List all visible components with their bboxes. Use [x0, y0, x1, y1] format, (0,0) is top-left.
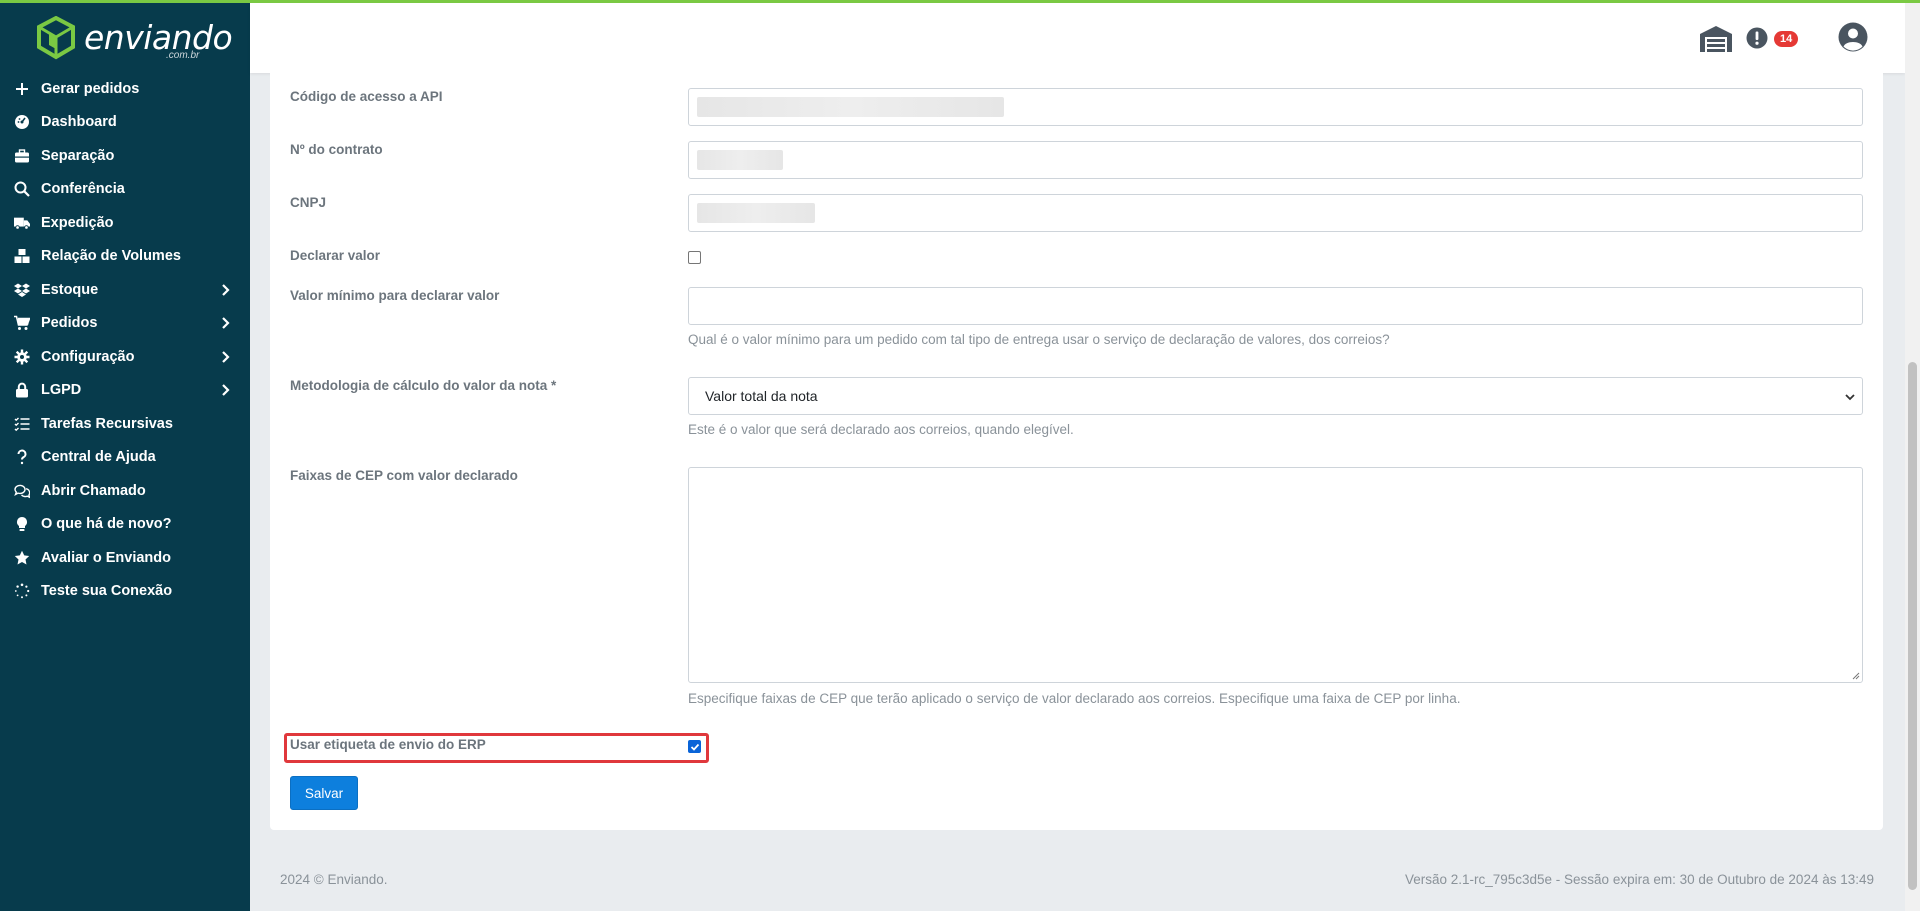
- save-button[interactable]: Salvar: [290, 776, 358, 810]
- sidebar-item-label: Estoque: [41, 281, 99, 298]
- sidebar-item-label: Avaliar o Enviando: [41, 549, 171, 566]
- question-icon: [12, 447, 32, 467]
- min-value-input[interactable]: [688, 287, 1863, 325]
- footer-copyright: 2024 © Enviando.: [280, 872, 388, 887]
- gear-icon: [12, 347, 32, 367]
- sidebar: enviando .com.br Gerar pedidos Dashboard…: [0, 0, 250, 911]
- cnpj-input[interactable]: [688, 194, 1863, 232]
- sidebar-item-conferencia[interactable]: Conferência: [0, 173, 250, 207]
- sidebar-item-label: Abrir Chamado: [41, 482, 146, 499]
- sidebar-item-novidades[interactable]: O que há de novo?: [0, 508, 250, 542]
- cnpj-label: CNPJ: [290, 195, 327, 210]
- search-icon: [12, 179, 32, 199]
- sidebar-item-avaliar[interactable]: Avaliar o Enviando: [0, 541, 250, 575]
- sidebar-item-label: LGPD: [41, 382, 82, 399]
- sidebar-item-teste-conexao[interactable]: Teste sua Conexão: [0, 575, 250, 609]
- contract-input[interactable]: [688, 141, 1863, 179]
- boxes-icon: [12, 246, 32, 266]
- sidebar-item-label: Pedidos: [41, 315, 98, 332]
- sidebar-item-separacao[interactable]: Separação: [0, 139, 250, 173]
- spinner-icon: [12, 581, 32, 601]
- cart-icon: [12, 313, 32, 333]
- sidebar-item-abrir-chamado[interactable]: Abrir Chamado: [0, 474, 250, 508]
- briefcase-icon: [12, 146, 32, 166]
- sidebar-item-label: Conferência: [41, 181, 125, 198]
- chat-icon: [12, 481, 32, 501]
- method-help: Este é o valor que será declarado aos co…: [688, 422, 1074, 437]
- min-value-help: Qual é o valor mínimo para um pedido com…: [688, 332, 1390, 347]
- redacted-value: [697, 97, 1004, 117]
- top-accent-bar: [0, 0, 1920, 3]
- cep-ranges-help: Especifique faixas de CEP que terão apli…: [688, 691, 1461, 706]
- sidebar-item-label: Relação de Volumes: [41, 248, 181, 265]
- method-selected-value: Valor total da nota: [705, 388, 818, 404]
- settings-form-card: Código de acesso a API Nº do contrato CN…: [270, 73, 1883, 830]
- sidebar-item-gerar-pedidos[interactable]: Gerar pedidos: [0, 72, 250, 106]
- api-code-input[interactable]: [688, 88, 1863, 126]
- dashboard-icon: [12, 112, 32, 132]
- sidebar-item-estoque[interactable]: Estoque: [0, 273, 250, 307]
- erp-label-label: Usar etiqueta de envio do ERP: [290, 737, 486, 752]
- plus-icon: [12, 79, 32, 99]
- sidebar-item-expedicao[interactable]: Expedição: [0, 206, 250, 240]
- chevron-down-icon: [1845, 394, 1855, 401]
- contract-label: Nº do contrato: [290, 142, 383, 157]
- redacted-value: [697, 203, 815, 223]
- lightbulb-icon: [12, 514, 32, 534]
- user-icon[interactable]: [1838, 22, 1868, 52]
- page-scrollbar[interactable]: [1905, 0, 1920, 911]
- sidebar-item-label: Expedição: [41, 214, 114, 231]
- brand-name: enviando: [84, 18, 233, 57]
- method-label: Metodologia de cálculo do valor da nota …: [290, 378, 557, 393]
- sidebar-item-label: Gerar pedidos: [41, 80, 140, 97]
- chevron-right-icon: [220, 384, 232, 397]
- cube-logo-icon: [37, 16, 75, 60]
- sidebar-item-label: Teste sua Conexão: [41, 583, 173, 600]
- chevron-right-icon: [220, 317, 232, 330]
- sidebar-item-label: Configuração: [41, 348, 135, 365]
- sidebar-item-label: Tarefas Recursivas: [41, 415, 173, 432]
- top-header: [250, 3, 1905, 73]
- dropbox-icon: [12, 280, 32, 300]
- cep-ranges-label: Faixas de CEP com valor declarado: [290, 468, 518, 483]
- sidebar-item-lgpd[interactable]: LGPD: [0, 374, 250, 408]
- footer-version: Versão 2.1-rc_795c3d5e - Sessão expira e…: [1404, 872, 1874, 887]
- method-select[interactable]: Valor total da nota: [688, 377, 1863, 415]
- declare-value-label: Declarar valor: [290, 248, 381, 263]
- lock-icon: [12, 380, 32, 400]
- sidebar-item-label: Central de Ajuda: [41, 449, 156, 466]
- chevron-right-icon: [220, 350, 232, 363]
- scrollbar-thumb[interactable]: [1908, 362, 1917, 890]
- sidebar-item-configuracao[interactable]: Configuração: [0, 340, 250, 374]
- redacted-value: [697, 150, 783, 170]
- checkmark-icon: [690, 743, 700, 751]
- api-code-label: Código de acesso a API: [290, 89, 443, 104]
- truck-icon: [12, 213, 32, 233]
- sidebar-item-tarefas-recursivas[interactable]: Tarefas Recursivas: [0, 407, 250, 441]
- alert-icon[interactable]: [1746, 27, 1768, 49]
- min-value-label: Valor mínimo para declarar valor: [290, 288, 500, 303]
- sidebar-item-pedidos[interactable]: Pedidos: [0, 307, 250, 341]
- sidebar-item-label: O que há de novo?: [41, 516, 172, 533]
- declare-value-checkbox[interactable]: [688, 251, 701, 264]
- sidebar-item-label: Separação: [41, 147, 115, 164]
- erp-label-checkbox[interactable]: [688, 740, 701, 753]
- star-icon: [12, 548, 32, 568]
- notification-badge[interactable]: 14: [1774, 31, 1799, 47]
- tasks-icon: [12, 414, 32, 434]
- warehouse-icon[interactable]: [1699, 25, 1733, 53]
- sidebar-nav: Gerar pedidos Dashboard Separação Confer…: [0, 72, 250, 608]
- sidebar-item-relacao-de-volumes[interactable]: Relação de Volumes: [0, 240, 250, 274]
- resize-grip-icon[interactable]: [1851, 671, 1860, 680]
- sidebar-item-dashboard[interactable]: Dashboard: [0, 106, 250, 140]
- cep-ranges-textarea[interactable]: [688, 467, 1863, 683]
- chevron-right-icon: [220, 283, 232, 296]
- sidebar-item-central-de-ajuda[interactable]: Central de Ajuda: [0, 441, 250, 475]
- sidebar-item-label: Dashboard: [41, 114, 117, 131]
- brand-suffix: .com.br: [166, 50, 200, 61]
- brand-logo[interactable]: enviando .com.br: [36, 16, 233, 64]
